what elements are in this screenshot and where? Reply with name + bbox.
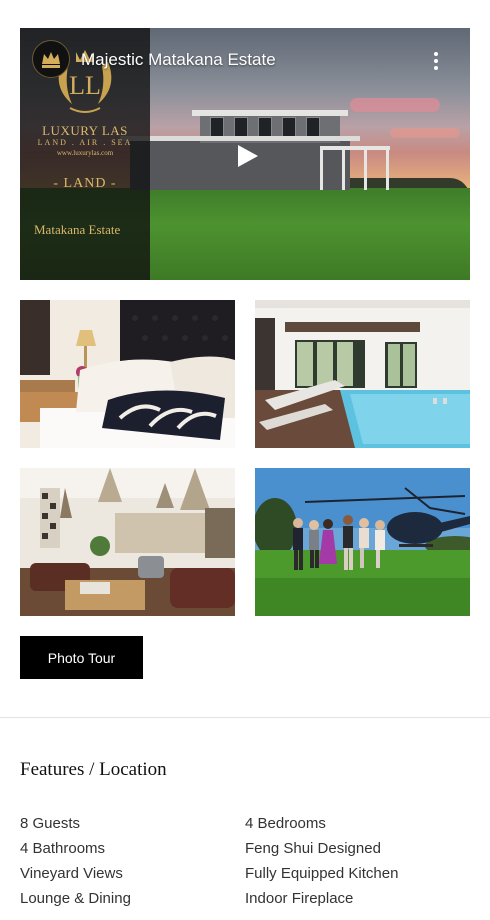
feature-item: Fully Equipped Kitchen [245, 865, 399, 882]
feature-item: 4 Bedrooms [245, 815, 326, 832]
video-cloud [350, 98, 440, 112]
brand-url: www.luxurylas.com [56, 149, 114, 157]
features-title: Features / Location [20, 759, 167, 780]
pool-image [255, 300, 470, 448]
house-roof [192, 110, 348, 116]
feature-item: Feng Shui Designed [245, 840, 381, 857]
house-veranda [320, 146, 390, 190]
play-icon[interactable] [229, 139, 263, 173]
brand-name: LUXURY LAS [42, 123, 128, 138]
section-divider [0, 717, 490, 718]
crown-icon [42, 52, 60, 68]
feature-item: 8 Guests [20, 815, 81, 832]
brand-caption: Matakana Estate [34, 222, 121, 237]
video-player[interactable]: LL LUXURY LAS LAND . AIR . SEA www.luxur… [20, 28, 470, 280]
feature-item: Indoor Fireplace [245, 890, 354, 907]
video-title[interactable]: Majestic Matakana Estate [81, 50, 276, 70]
video-cloud [390, 128, 460, 138]
helicopter-image [255, 468, 470, 616]
feature-item: Lounge & Dining [20, 890, 131, 907]
gallery-photo-pool[interactable] [255, 300, 470, 448]
brand-tagline: LAND . AIR . SEA [37, 138, 133, 147]
more-options-icon[interactable] [428, 50, 444, 72]
lounge-image [20, 468, 235, 616]
gallery-photo-bedroom[interactable] [20, 300, 235, 448]
photo-tour-button[interactable]: Photo Tour [20, 636, 143, 679]
bedroom-image [20, 300, 235, 448]
gallery-photo-lounge[interactable] [20, 468, 235, 616]
feature-item: 4 Bathrooms [20, 840, 106, 857]
feature-item: Vineyard Views [20, 865, 123, 882]
channel-avatar[interactable] [32, 40, 70, 78]
gallery-photo-helicopter[interactable] [255, 468, 470, 616]
svg-text:LL: LL [69, 71, 101, 100]
brand-category: - LAND - [53, 176, 117, 191]
